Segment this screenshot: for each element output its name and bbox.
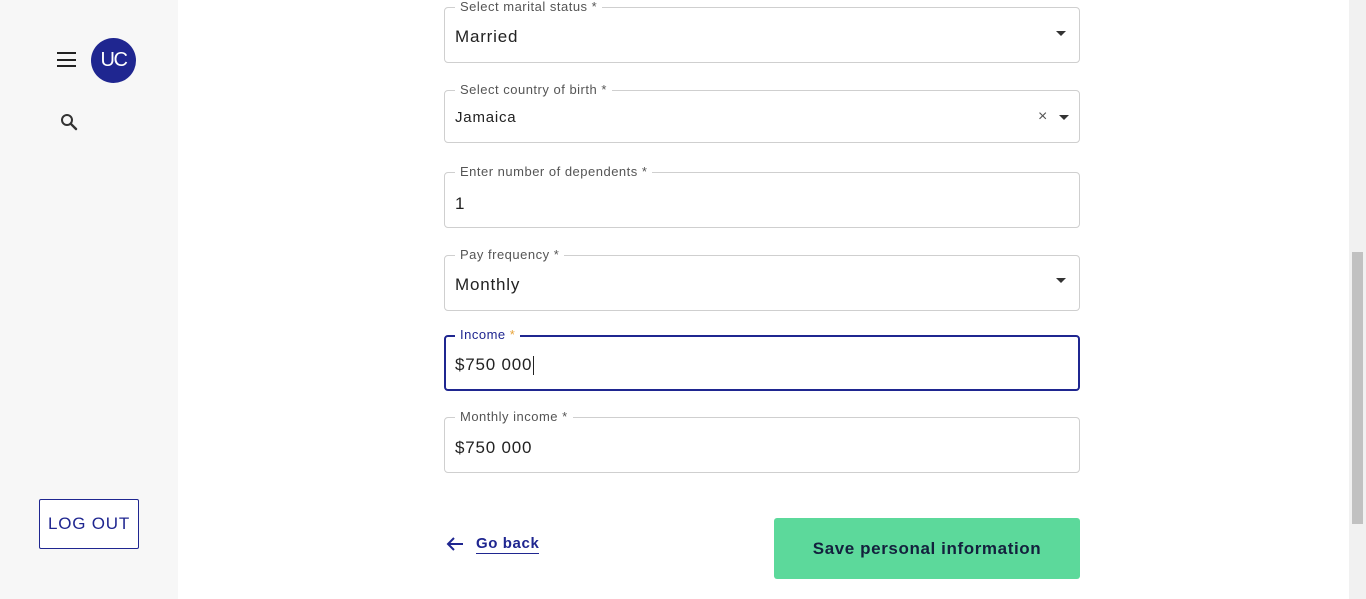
hamburger-menu-icon[interactable] xyxy=(57,52,76,67)
pay-frequency-label: Pay frequency * xyxy=(455,247,565,263)
sidebar: UC LOG OUT xyxy=(0,0,178,599)
pay-frequency-value: Monthly xyxy=(455,275,521,294)
pay-frequency-select[interactable]: Pay frequency * Monthly xyxy=(444,247,1080,311)
logout-button[interactable]: LOG OUT xyxy=(39,499,139,549)
income-value: $750 000 xyxy=(455,355,533,374)
dependents-value: 1 xyxy=(455,194,466,213)
marital-status-label: Select marital status * xyxy=(455,0,603,15)
income-value-wrap: $750 000 xyxy=(455,355,535,376)
go-back-link[interactable]: Go back xyxy=(446,532,540,556)
country-of-birth-select[interactable]: Select country of birth * Jamaica × xyxy=(444,82,1080,143)
income-label: Income * xyxy=(455,327,521,343)
marital-status-value: Married xyxy=(455,27,519,46)
monthly-income-label: Monthly income * xyxy=(455,409,573,425)
clear-icon[interactable]: × xyxy=(1038,108,1047,126)
monthly-income-input: Monthly income * $750 000 xyxy=(444,409,1080,473)
search-icon[interactable] xyxy=(60,113,78,131)
required-mark: * xyxy=(509,327,516,342)
arrow-left-icon xyxy=(446,537,463,551)
go-back-label: Go back xyxy=(476,534,540,554)
caret-down-icon[interactable] xyxy=(1056,278,1066,283)
country-of-birth-value: Jamaica xyxy=(455,109,517,126)
scrollbar[interactable] xyxy=(1349,0,1366,599)
country-of-birth-label: Select country of birth * xyxy=(455,82,612,98)
caret-down-icon[interactable] xyxy=(1056,31,1066,36)
monthly-income-value: $750 000 xyxy=(455,438,533,457)
avatar[interactable]: UC xyxy=(91,38,136,83)
marital-status-select[interactable]: Select marital status * Married xyxy=(444,0,1080,63)
income-label-text: Income xyxy=(460,327,506,342)
caret-down-icon[interactable] xyxy=(1059,115,1069,120)
save-personal-information-button[interactable]: Save personal information xyxy=(774,518,1080,579)
scrollbar-thumb[interactable] xyxy=(1352,252,1363,524)
text-cursor xyxy=(533,356,535,376)
income-input[interactable]: Income * $750 000 xyxy=(444,327,1080,391)
dependents-label: Enter number of dependents * xyxy=(455,164,653,180)
dependents-input[interactable]: Enter number of dependents * 1 xyxy=(444,164,1080,228)
